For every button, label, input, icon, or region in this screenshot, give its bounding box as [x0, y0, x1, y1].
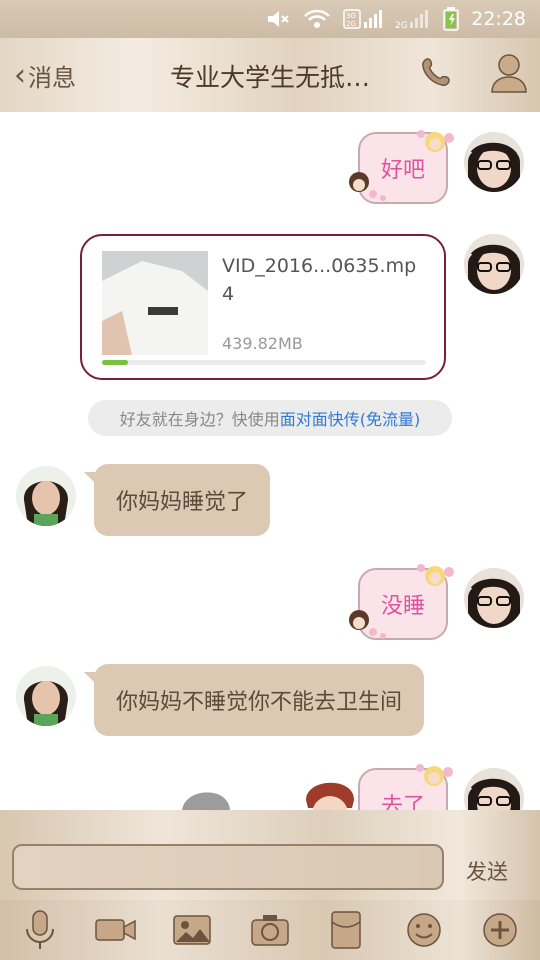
message-bubble-received[interactable]: 你妈妈不睡觉你不能去卫生间: [83, 664, 425, 736]
bubble-cartoon-decoration: [416, 764, 453, 786]
peeking-character-gray: [182, 792, 230, 810]
emoji-icon: [407, 913, 441, 947]
bubble-cartoon-decoration: [349, 130, 454, 201]
title-bar: ‹ 消息 专业大学生无抵…: [0, 38, 540, 113]
user-icon: [491, 54, 527, 93]
phone-call-button[interactable]: [420, 56, 454, 94]
video-call-button[interactable]: [94, 910, 138, 950]
back-label: 消息: [28, 63, 76, 92]
battery-icon: [443, 7, 459, 31]
svg-text:3G: 3G: [346, 12, 356, 20]
bubble-cartoon-decoration: [349, 564, 454, 639]
svg-text:2G: 2G: [395, 21, 408, 30]
camera-button[interactable]: [248, 910, 292, 950]
hongbao-icon: [331, 911, 361, 949]
signal-3g-icon: 3G 2G: [343, 8, 383, 30]
message-input[interactable]: [12, 844, 444, 890]
video-file-message[interactable]: VID_2016...0635.mp4 439.82MB: [80, 234, 446, 380]
back-button[interactable]: ‹ 消息: [14, 56, 76, 94]
video-thumbnail[interactable]: [102, 251, 208, 355]
message-text: 你妈妈不睡觉你不能去卫生间: [116, 690, 403, 715]
voice-button[interactable]: [18, 910, 62, 950]
video-camera-icon: [95, 919, 136, 941]
peeking-character-boy: [306, 782, 354, 810]
microphone-icon: [26, 910, 54, 949]
tip-text: 好友就在身边？快使用: [119, 410, 280, 429]
chevron-left-icon: ‹: [14, 57, 26, 93]
camera-icon: [251, 915, 289, 946]
photo-icon: [173, 915, 211, 945]
friend-avatar[interactable]: [16, 466, 76, 526]
my-avatar[interactable]: [464, 568, 524, 628]
video-filename: VID_2016...0635.mp4: [222, 255, 417, 305]
clock: 22:28: [471, 8, 526, 30]
red-packet-button[interactable]: [324, 910, 368, 950]
status-bar: 3G 2G 2G 22:28: [0, 0, 540, 38]
composer-bar: 发送: [0, 810, 540, 900]
message-bubble-received[interactable]: 你妈妈睡觉了: [83, 464, 271, 536]
chat-title: 专业大学生无抵…: [169, 63, 370, 92]
friend-avatar[interactable]: [16, 666, 76, 726]
plus-icon: [483, 913, 517, 947]
face-to-face-transfer-link[interactable]: 面对面快传(免流量): [280, 406, 421, 430]
upload-progress-bar: [102, 360, 426, 365]
signal-2g-icon: 2G: [395, 8, 431, 30]
composer-toolbar: [0, 900, 540, 960]
emoji-button[interactable]: [402, 910, 446, 950]
my-avatar[interactable]: [464, 132, 524, 192]
my-avatar[interactable]: [464, 768, 524, 810]
wifi-icon: [303, 8, 331, 30]
contact-profile-button[interactable]: [490, 52, 528, 98]
phone-icon: [422, 58, 450, 86]
mute-icon: [265, 8, 291, 30]
my-avatar[interactable]: [464, 234, 524, 294]
svg-text:2G: 2G: [346, 20, 356, 28]
photo-button[interactable]: [170, 910, 214, 950]
chat-area[interactable]: 好吧 VID_2016...0635.mp4 439.82MB 好友就在身边？快…: [0, 112, 540, 810]
upload-progress-fill: [102, 360, 128, 365]
message-text: 你妈妈睡觉了: [116, 490, 249, 515]
face-to-face-transfer-tip: 好友就在身边？快使用 面对面快传(免流量): [88, 400, 452, 436]
more-button[interactable]: [478, 910, 522, 950]
send-button[interactable]: 发送: [466, 856, 508, 886]
video-filesize: 439.82MB: [222, 334, 303, 353]
